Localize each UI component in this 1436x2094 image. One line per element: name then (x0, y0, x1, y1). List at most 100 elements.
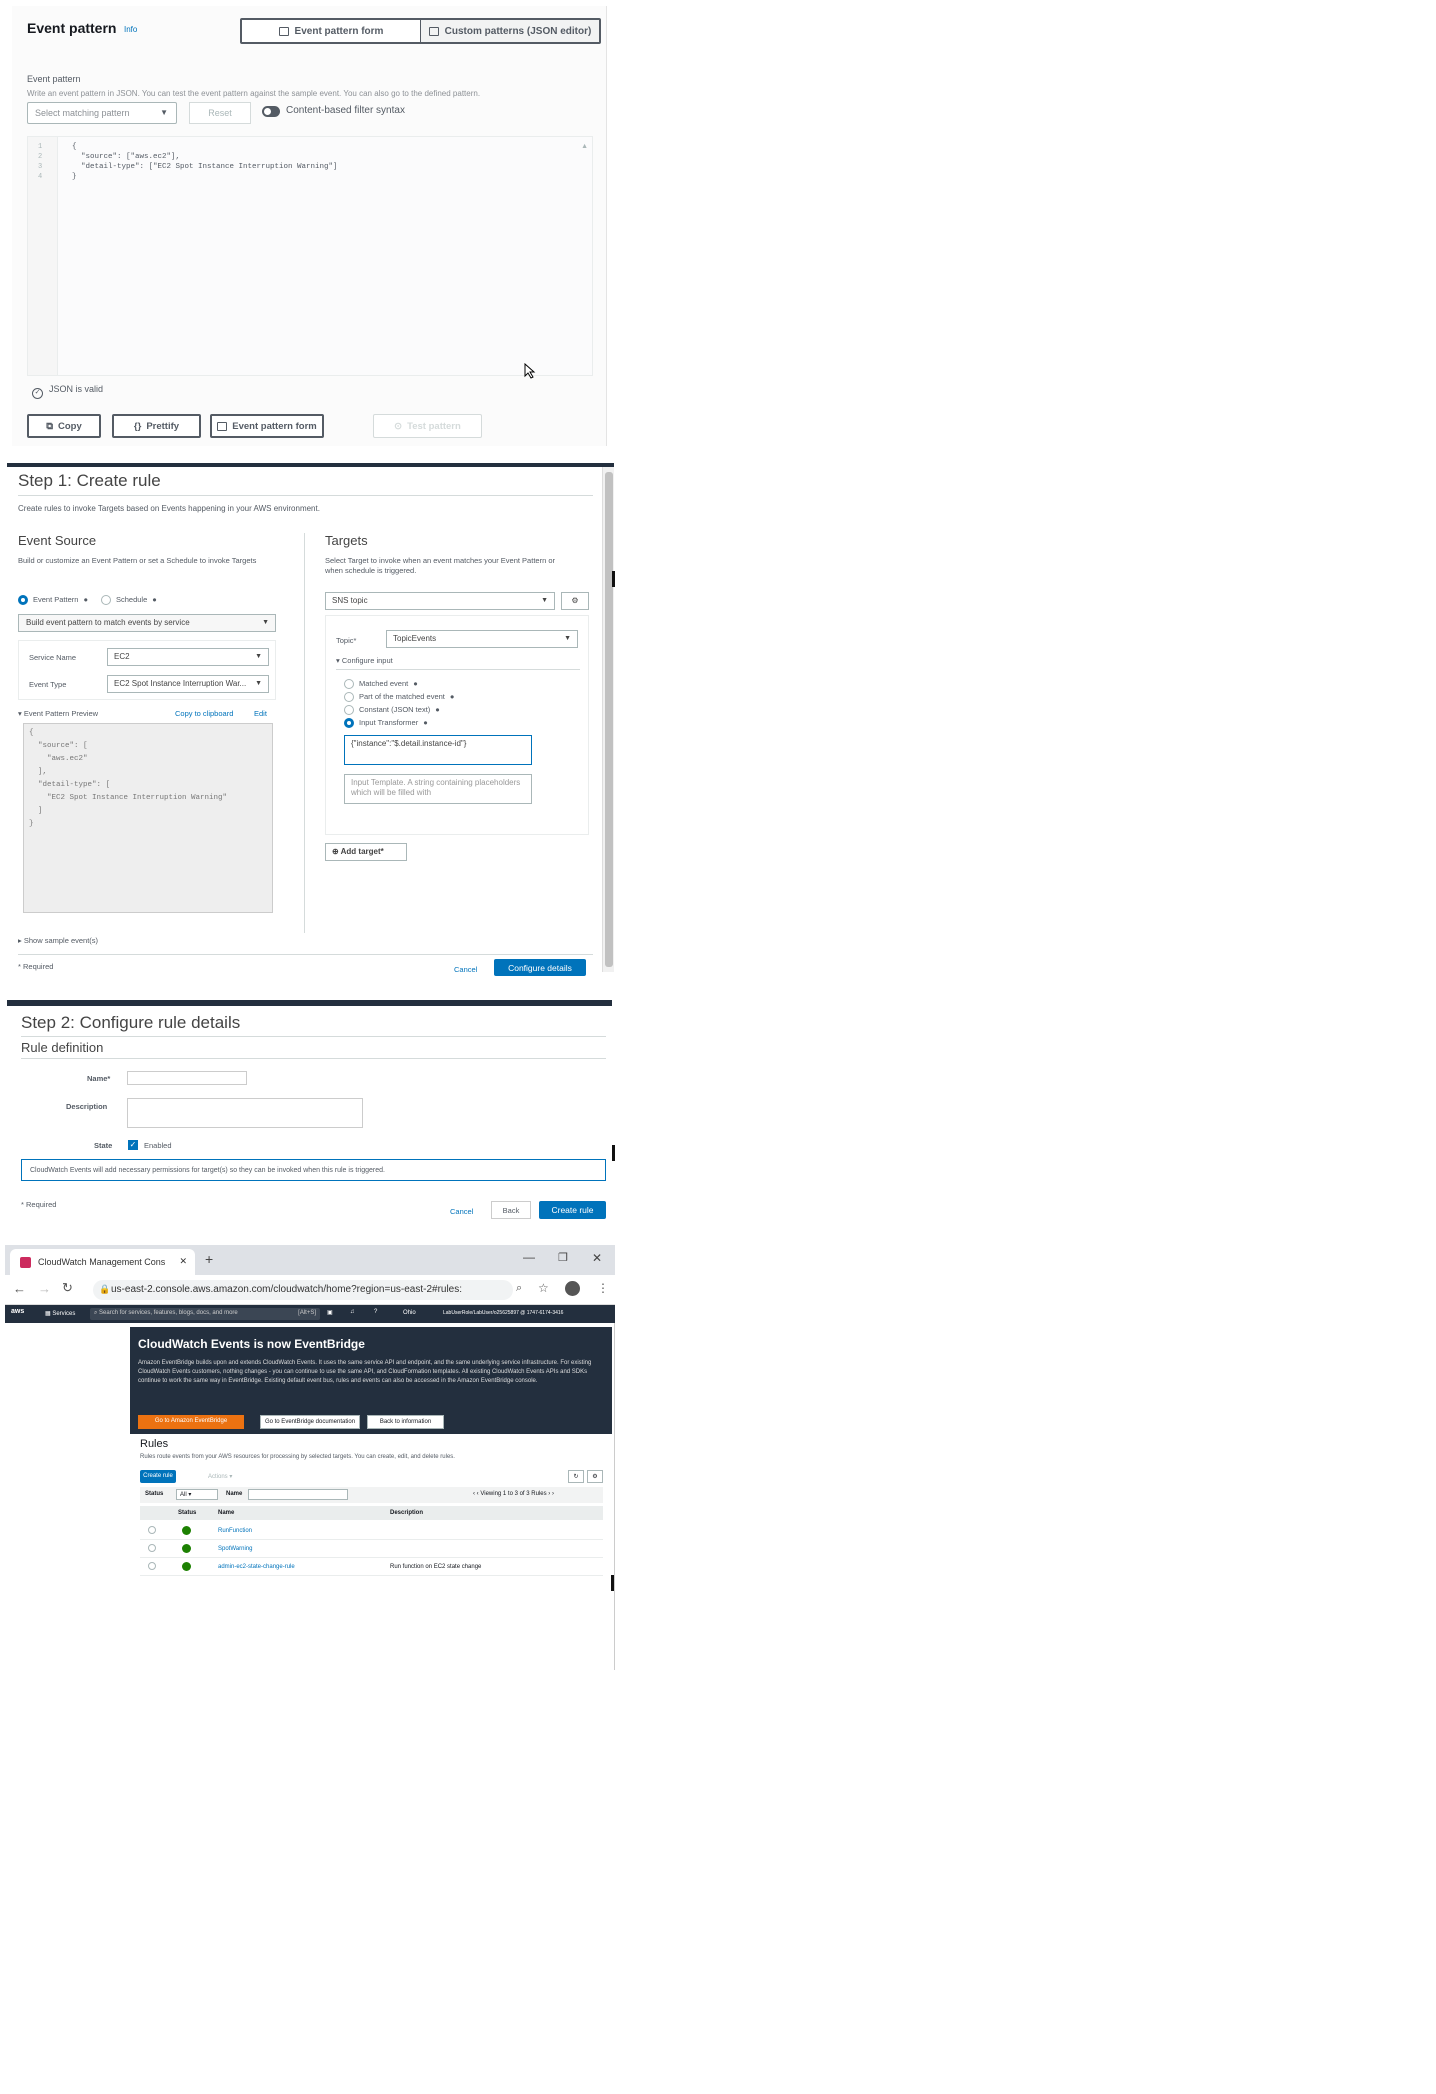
name-filter-input[interactable] (248, 1489, 348, 1500)
close-window-icon[interactable]: ✕ (592, 1251, 602, 1265)
scrollbar-thumb[interactable] (605, 472, 613, 967)
back-icon[interactable]: ← (13, 1281, 26, 1296)
schedule-radio[interactable] (100, 595, 111, 605)
service-name-select[interactable]: EC2 ▼ (107, 648, 269, 666)
services-menu[interactable]: ▦ Services (45, 1310, 75, 1317)
cloudshell-icon[interactable]: ▣ (327, 1309, 333, 1316)
preview-toggle[interactable]: ▾ Event Pattern Preview (18, 709, 98, 719)
create-rule-button[interactable]: Create rule (539, 1201, 606, 1219)
input-transformer-option[interactable]: Input Transformer ● (344, 718, 428, 728)
add-target-button[interactable]: ⊕ Add target* (325, 843, 407, 861)
search-shortcut: [Alt+S] (298, 1310, 316, 1316)
radio[interactable] (344, 705, 354, 715)
cloudwatch-favicon-icon (20, 1257, 31, 1268)
url-field[interactable]: 🔒 us-east-2.console.aws.amazon.com/cloudw… (93, 1280, 513, 1300)
event-pattern-form-button[interactable]: Event pattern form (210, 414, 324, 438)
scrollbar[interactable] (602, 467, 614, 972)
radio[interactable] (344, 679, 354, 689)
required-note: * Required (21, 1200, 57, 1209)
copy-to-clipboard-link[interactable]: Copy to clipboard (175, 709, 233, 719)
constant-option[interactable]: Constant (JSON text) ● (344, 705, 440, 715)
rule-name-link[interactable]: SpotWarning (218, 1546, 252, 1552)
name-filter-label: Name (226, 1491, 243, 1497)
refresh-button[interactable]: ↻ (568, 1470, 584, 1483)
enabled-checkbox[interactable]: ✓ (128, 1140, 138, 1150)
go-to-eventbridge-button[interactable]: Go to Amazon EventBridge (138, 1415, 244, 1429)
cancel-link[interactable]: Cancel (454, 965, 477, 975)
info-link[interactable]: Info (124, 25, 137, 34)
name-column-header[interactable]: Name (218, 1510, 234, 1516)
rule-name-link[interactable]: RunFunction (218, 1528, 252, 1534)
configure-input-toggle[interactable]: ▾ Configure input (336, 656, 393, 666)
browser-tab[interactable]: CloudWatch Management Cons ✕ (10, 1249, 195, 1275)
tab-event-pattern-form[interactable]: Event pattern form (242, 20, 420, 42)
target-type-select[interactable]: SNS topic ▼ (325, 592, 555, 610)
matched-event-option[interactable]: Matched event ● (344, 679, 418, 689)
reset-button[interactable]: Reset (189, 102, 251, 124)
input-path-textarea[interactable]: {"instance":"$.detail.instance-id"} (344, 735, 532, 765)
aws-logo[interactable]: aws (11, 1308, 24, 1315)
part-of-event-option[interactable]: Part of the matched event ● (344, 692, 454, 702)
prev-page-icon[interactable]: ‹ (477, 1491, 479, 1497)
check-circle-icon: ✓ (32, 388, 43, 399)
scroll-up-icon[interactable]: ▲ (581, 143, 588, 150)
eventbridge-docs-button[interactable]: Go to EventBridge documentation (260, 1415, 360, 1429)
profile-avatar[interactable] (565, 1281, 580, 1296)
services-label: Services (52, 1311, 76, 1317)
reload-icon[interactable]: ↻ (62, 1280, 73, 1296)
last-page-icon[interactable]: › (552, 1491, 554, 1497)
show-sample-events-toggle[interactable]: ▸ Show sample event(s) (18, 936, 98, 946)
copy-button[interactable]: ⧉ Copy (27, 414, 101, 438)
content-filter-toggle[interactable] (262, 106, 280, 117)
input-template-textarea[interactable]: Input Template. A string containing plac… (344, 774, 532, 804)
create-rule-button[interactable]: Create rule (140, 1470, 176, 1483)
menu-kebab-icon[interactable]: ⋮ (597, 1281, 609, 1295)
table-row[interactable]: SpotWarning (140, 1540, 603, 1558)
region-menu[interactable]: Ohio (403, 1310, 416, 1316)
first-page-icon[interactable]: ‹ (473, 1491, 475, 1497)
event-type-select[interactable]: EC2 Spot Instance Interruption War... ▼ (107, 675, 269, 693)
matching-pattern-select[interactable]: Select matching pattern ▼ (27, 102, 177, 124)
json-code-editor[interactable]: 1 2 3 4 { "source": ["aws.ec2"], "detail… (27, 136, 593, 379)
build-pattern-select[interactable]: Build event pattern to match events by s… (18, 614, 276, 632)
radio[interactable] (344, 692, 354, 702)
cancel-link[interactable]: Cancel (450, 1207, 473, 1217)
description-column-header[interactable]: Description (390, 1510, 423, 1516)
forward-icon[interactable]: → (38, 1281, 51, 1296)
edit-link[interactable]: Edit (254, 709, 267, 719)
rule-name-link[interactable]: admin-ec2-state-change-rule (218, 1564, 295, 1570)
row-select-radio[interactable] (148, 1526, 156, 1534)
restore-icon[interactable]: ❐ (558, 1251, 568, 1264)
back-to-information-button[interactable]: Back to information (367, 1415, 444, 1429)
close-tab-icon[interactable]: ✕ (179, 1256, 187, 1267)
bell-icon[interactable]: ♫ (350, 1309, 355, 1315)
prettify-button[interactable]: {} Prettify (112, 414, 201, 438)
description-textarea[interactable] (127, 1098, 363, 1128)
name-input[interactable] (127, 1071, 247, 1085)
account-menu[interactable]: LabUserRole/LabUser/o25625897 @ 1747-617… (443, 1310, 563, 1316)
status-column-header[interactable]: Status (178, 1510, 196, 1516)
new-tab-icon[interactable]: + (205, 1251, 213, 1267)
table-row[interactable]: RunFunction (140, 1522, 603, 1540)
bookmark-star-icon[interactable]: ☆ (538, 1281, 549, 1295)
select-value: Build event pattern to match events by s… (26, 618, 190, 627)
test-pattern-button[interactable]: ⊙ Test pattern (373, 414, 482, 438)
aws-search-input[interactable]: ⌕ Search for services, features, blogs, … (90, 1308, 320, 1320)
tab-custom-patterns-json[interactable]: Custom patterns (JSON editor) (420, 20, 599, 42)
row-select-radio[interactable] (148, 1562, 156, 1570)
back-button[interactable]: Back (491, 1201, 531, 1219)
event-pattern-radio[interactable] (18, 595, 28, 605)
actions-menu[interactable]: Actions ▾ (208, 1473, 232, 1480)
table-row[interactable]: admin-ec2-state-change-rule Run function… (140, 1558, 603, 1576)
topic-select[interactable]: TopicEvents ▼ (386, 630, 578, 648)
minimize-icon[interactable]: — (523, 1250, 535, 1264)
status-filter-select[interactable]: All ▾ (176, 1489, 218, 1500)
target-settings-button[interactable]: ⚙ (561, 592, 589, 610)
next-page-icon[interactable]: › (548, 1491, 550, 1497)
help-icon[interactable]: ? (374, 1309, 377, 1315)
configure-details-button[interactable]: Configure details (494, 959, 586, 976)
settings-button[interactable]: ⚙ (587, 1470, 603, 1483)
row-select-radio[interactable] (148, 1544, 156, 1552)
zoom-icon[interactable]: ⌕ (516, 1282, 522, 1295)
radio[interactable] (344, 718, 354, 728)
